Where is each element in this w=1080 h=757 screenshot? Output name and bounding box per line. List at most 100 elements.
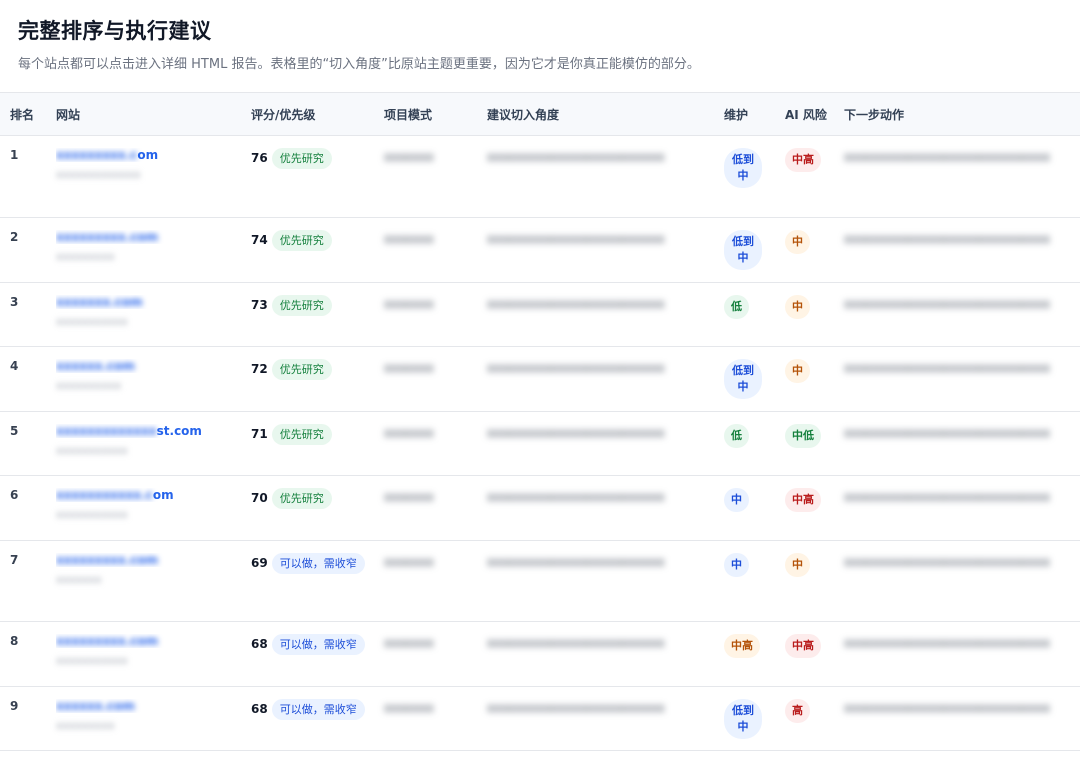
next-action: xxxxxxxxxxxxxxxxxxxxxxxxxxxxx: [844, 361, 1050, 375]
site-link-hidden: xxxxxxxxx.com: [56, 553, 159, 567]
project-mode: xxxxxxx: [384, 361, 434, 375]
page-title: 完整排序与执行建议: [18, 19, 212, 43]
priority-badge: 可以做，需收窄: [271, 553, 365, 574]
score-cell: 76 优先研究: [241, 135, 374, 218]
rank-number: 5: [10, 424, 19, 438]
site-link-visible: om: [137, 148, 159, 162]
site-link[interactable]: xxxxxxxxx.com: [56, 230, 241, 244]
site-link-hidden: xxxxxxx.com: [56, 295, 143, 309]
ai-risk-badge: 中: [785, 230, 810, 254]
maintenance-badge: 低到中: [724, 148, 762, 188]
rank-cell: 7: [0, 540, 46, 622]
mode-cell: xxxxxxx: [374, 282, 477, 347]
site-description: xxxxxxx: [56, 573, 102, 586]
angle-cell: xxxxxxxxxxxxxxxxxxxxxxxxx: [477, 217, 714, 283]
score-value: 68: [251, 702, 268, 716]
angle-cell: xxxxxxxxxxxxxxxxxxxxxxxxx: [477, 621, 714, 687]
site-link-hidden: xxxxxxxxx.com: [56, 634, 159, 648]
site-description: xxxxxxxxx: [56, 250, 115, 263]
score-value: 70: [251, 491, 268, 505]
rank-number: 9: [10, 699, 19, 713]
maintenance-badge: 中高: [724, 634, 760, 658]
rank-number: 6: [10, 488, 19, 502]
mode-cell: xxxxxxx: [374, 346, 477, 412]
priority-badge: 优先研究: [271, 295, 332, 316]
next-action-cell: xxxxxxxxxxxxxxxxxxxxxxxxxxxxx: [834, 346, 1080, 412]
rank-number: 3: [10, 295, 19, 309]
ranking-table: 排名 网站 评分/优先级 项目模式 建议切入角度 维护 AI 风险 下一步动作 …: [0, 92, 1080, 751]
suggested-angle: xxxxxxxxxxxxxxxxxxxxxxxxx: [487, 426, 665, 440]
next-action-cell: xxxxxxxxxxxxxxxxxxxxxxxxxxxxx: [834, 411, 1080, 476]
next-action-cell: xxxxxxxxxxxxxxxxxxxxxxxxxxxxx: [834, 135, 1080, 218]
maintenance-badge: 低到中: [724, 230, 762, 270]
header-maintenance: 维护: [714, 92, 775, 136]
site-cell: xxxxxx.com xxxxxxxxx: [46, 686, 241, 751]
ai-risk-cell: 中: [775, 346, 834, 412]
ai-risk-cell: 中: [775, 282, 834, 347]
site-link[interactable]: xxxxxxxxxxx.com: [56, 488, 241, 502]
maintenance-badge: 中: [724, 553, 749, 577]
ai-risk-cell: 中低: [775, 411, 834, 476]
table-row: 2 xxxxxxxxx.com xxxxxxxxx 74 优先研究 xxxxxxx xxxx…: [0, 217, 1080, 283]
site-link-visible: om: [152, 488, 174, 502]
site-link[interactable]: xxxxxxxxx.com: [56, 634, 241, 648]
ai-risk-badge: 中高: [785, 634, 821, 658]
ai-risk-badge: 高: [785, 699, 810, 723]
maintenance-badge: 低: [724, 295, 749, 319]
maintenance-cell: 中: [714, 475, 775, 541]
site-link[interactable]: xxxxxx.com: [56, 359, 241, 373]
project-mode: xxxxxxx: [384, 636, 434, 650]
project-mode: xxxxxxx: [384, 701, 434, 715]
angle-cell: xxxxxxxxxxxxxxxxxxxxxxxxx: [477, 540, 714, 622]
next-action-cell: xxxxxxxxxxxxxxxxxxxxxxxxxxxxx: [834, 621, 1080, 687]
maintenance-cell: 低: [714, 411, 775, 476]
project-mode: xxxxxxx: [384, 426, 434, 440]
ai-risk-cell: 中: [775, 217, 834, 283]
site-link-hidden: xxxxxxxxx.c: [56, 148, 138, 162]
mode-cell: xxxxxxx: [374, 217, 477, 283]
table-header-row: 排名 网站 评分/优先级 项目模式 建议切入角度 维护 AI 风险 下一步动作: [0, 92, 1080, 136]
next-action: xxxxxxxxxxxxxxxxxxxxxxxxxxxxx: [844, 232, 1050, 246]
suggested-angle: xxxxxxxxxxxxxxxxxxxxxxxxx: [487, 150, 665, 164]
maintenance-badge: 低: [724, 424, 749, 448]
mode-cell: xxxxxxx: [374, 621, 477, 687]
score-cell: 70 优先研究: [241, 475, 374, 541]
ai-risk-badge: 中: [785, 359, 810, 383]
maintenance-cell: 中高: [714, 621, 775, 687]
next-action-cell: xxxxxxxxxxxxxxxxxxxxxxxxxxxxx: [834, 540, 1080, 622]
priority-badge: 优先研究: [271, 488, 332, 509]
site-link[interactable]: xxxxxx.com: [56, 699, 241, 713]
next-action-cell: xxxxxxxxxxxxxxxxxxxxxxxxxxxxx: [834, 282, 1080, 347]
header-site: 网站: [46, 92, 241, 136]
rank-number: 1: [10, 148, 19, 162]
maintenance-cell: 低: [714, 282, 775, 347]
site-link[interactable]: xxxxxxxxx.com: [56, 553, 241, 567]
priority-badge: 优先研究: [271, 148, 332, 169]
suggested-angle: xxxxxxxxxxxxxxxxxxxxxxxxx: [487, 361, 665, 375]
score-cell: 69 可以做，需收窄: [241, 540, 374, 622]
project-mode: xxxxxxx: [384, 232, 434, 246]
ai-risk-cell: 中高: [775, 475, 834, 541]
table-row: 4 xxxxxx.com xxxxxxxxxx 72 优先研究 xxxxxxx xxxxxx…: [0, 346, 1080, 412]
page-subtitle: 每个站点都可以点击进入详细 HTML 报告。表格里的“切入角度”比原站主题更重要…: [18, 57, 700, 72]
score-cell: 73 优先研究: [241, 282, 374, 347]
site-link[interactable]: xxxxxxx.com: [56, 295, 241, 309]
priority-badge: 优先研究: [271, 230, 332, 251]
site-description: xxxxxxxxxxx: [56, 444, 128, 457]
site-description: xxxxxxxxxxx: [56, 508, 128, 521]
ai-risk-badge: 中: [785, 295, 810, 319]
site-link[interactable]: xxxxxxxxxxxxxst.com: [56, 424, 241, 438]
site-description: xxxxxxxxxx: [56, 379, 122, 392]
table-row: 9 xxxxxx.com xxxxxxxxx 68 可以做，需收窄 xxxxxxx xxxx…: [0, 686, 1080, 751]
site-link[interactable]: xxxxxxxxx.com: [56, 148, 241, 162]
score-value: 74: [251, 233, 268, 247]
site-description: xxxxxxxxxxx: [56, 315, 128, 328]
next-action: xxxxxxxxxxxxxxxxxxxxxxxxxxxxx: [844, 297, 1050, 311]
next-action: xxxxxxxxxxxxxxxxxxxxxxxxxxxxx: [844, 636, 1050, 650]
site-cell: xxxxxxxxx.com xxxxxxx: [46, 540, 241, 622]
mode-cell: xxxxxxx: [374, 686, 477, 751]
next-action-cell: xxxxxxxxxxxxxxxxxxxxxxxxxxxxx: [834, 475, 1080, 541]
project-mode: xxxxxxx: [384, 297, 434, 311]
maintenance-badge: 低到中: [724, 699, 762, 739]
angle-cell: xxxxxxxxxxxxxxxxxxxxxxxxx: [477, 686, 714, 751]
